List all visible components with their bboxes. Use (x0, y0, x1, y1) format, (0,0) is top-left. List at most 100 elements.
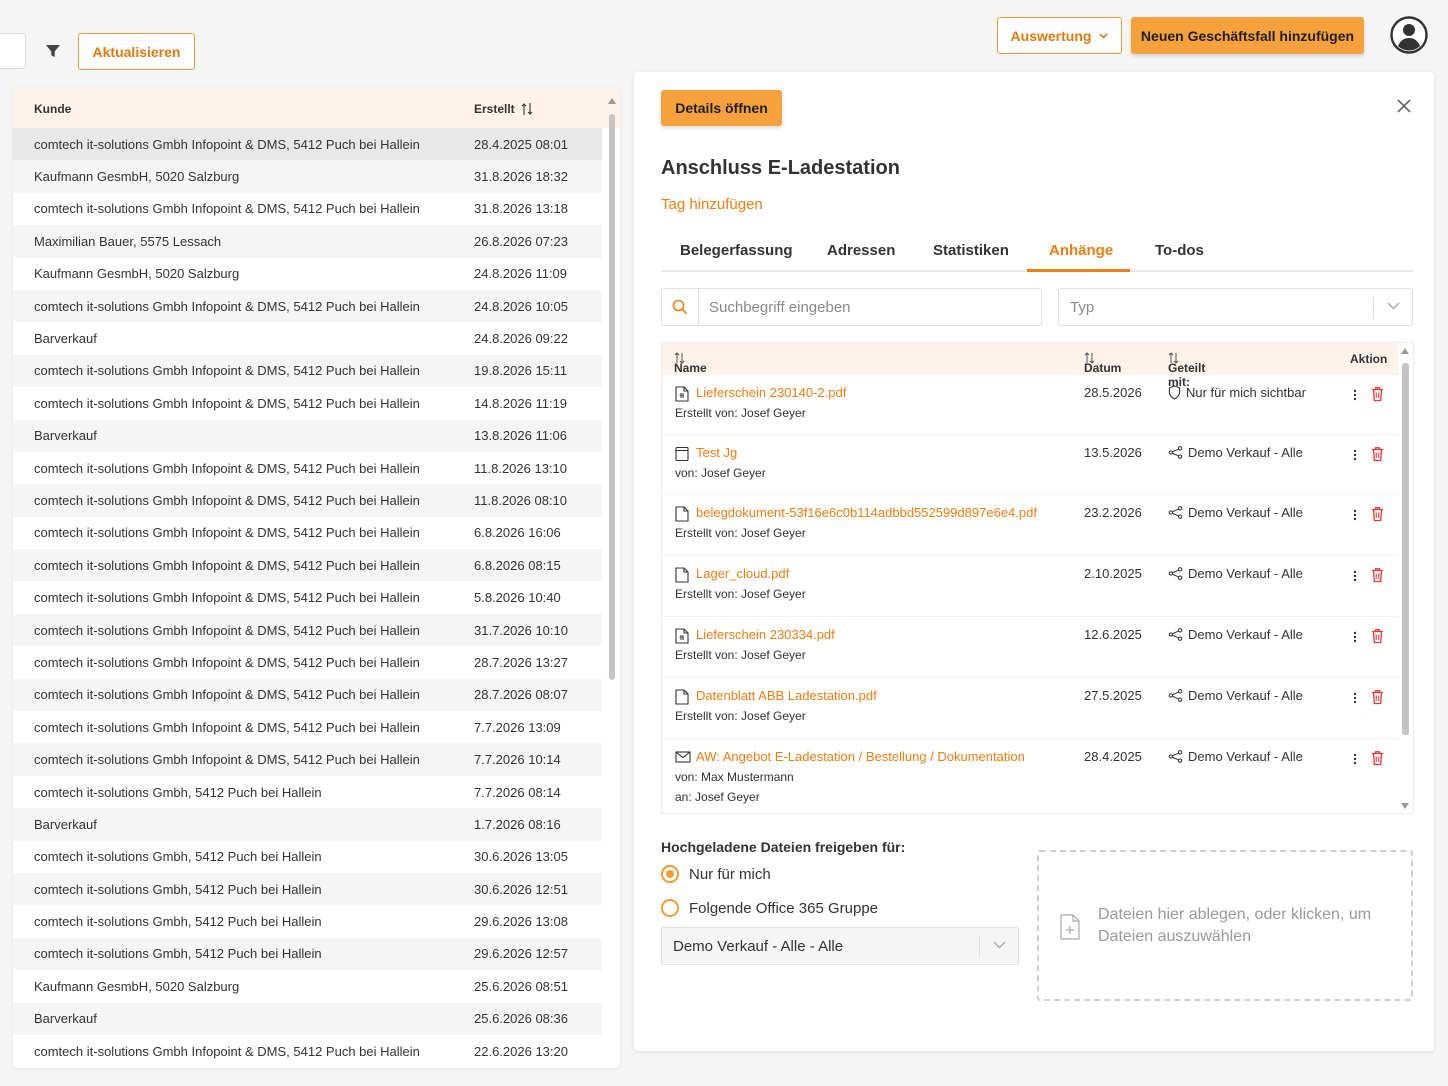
list-item[interactable]: comtech it-solutions Gmbh, 5412 Puch bei… (13, 872, 602, 906)
list-item[interactable]: comtech it-solutions Gmbh, 5412 Puch bei… (13, 905, 602, 937)
attachment-row[interactable]: Datenblatt ABB Ladestation.pdf Erstellt v… (662, 678, 1399, 739)
attachment-row[interactable]: belegdokument-53f16e6c0b114adbbd552599d8… (662, 495, 1399, 556)
attachment-name-link[interactable]: Test Jg (696, 445, 737, 460)
list-item[interactable]: comtech it-solutions Gmbh Infopoint & DM… (13, 581, 602, 613)
delete-icon[interactable] (1371, 628, 1384, 644)
attachment-name-link[interactable]: Lieferschein 230334.pdf (696, 627, 835, 642)
add-business-case-button[interactable]: Neuen Geschäftsfall hinzufügen (1131, 17, 1364, 54)
list-item[interactable]: comtech it-solutions Gmbh Infopoint & DM… (13, 387, 602, 419)
attachment-row[interactable]: AW: Angebot E-Ladestation / Bestellung /… (662, 739, 1399, 813)
list-item[interactable]: comtech it-solutions Gmbh Infopoint & DM… (13, 128, 602, 161)
search-input[interactable] (699, 289, 1019, 325)
search-input-stub[interactable] (0, 33, 26, 69)
column-header-date[interactable]: Datum (1084, 352, 1121, 375)
close-icon[interactable] (1396, 98, 1412, 114)
open-details-button[interactable]: Details öffnen (661, 90, 782, 126)
user-avatar-icon[interactable] (1390, 16, 1428, 54)
more-options-icon[interactable] (1352, 447, 1358, 463)
share-uploads-label: Hochgeladene Dateien freigeben für: (661, 839, 906, 855)
share-icon (1168, 506, 1183, 519)
tab-todos[interactable]: To-dos (1155, 242, 1204, 259)
more-options-icon[interactable] (1352, 629, 1358, 645)
delete-icon[interactable] (1371, 506, 1384, 522)
list-item-created: 1.7.2026 08:16 (474, 816, 561, 832)
attachment-date: 28.5.2026 (1084, 385, 1142, 400)
column-header-shared[interactable]: Geteilt mit: (1168, 352, 1205, 389)
tab-statistiken[interactable]: Statistiken (933, 242, 1009, 259)
radio-checked-icon[interactable] (661, 865, 679, 883)
evaluation-dropdown-button[interactable]: Auswertung (997, 17, 1122, 54)
list-item[interactable]: Kaufmann GesmbH, 5020 Salzburg 24.8.2026 … (13, 258, 602, 290)
filter-icon[interactable] (44, 42, 62, 60)
attachment-row[interactable]: Lieferschein 230140-2.pdf Erstellt von: J… (662, 375, 1399, 435)
column-header-created[interactable]: Erstellt (474, 102, 533, 116)
list-item[interactable]: Barverkauf 1.7.2026 08:16 (13, 808, 602, 841)
list-item[interactable]: comtech it-solutions Gmbh Infopoint & DM… (13, 452, 602, 484)
scrollbar-thumb[interactable] (609, 114, 615, 680)
more-options-icon[interactable] (1352, 568, 1358, 584)
delete-icon[interactable] (1371, 446, 1384, 462)
attachment-shared-with: Demo Verkauf - Alle (1168, 749, 1303, 764)
list-item[interactable]: comtech it-solutions Gmbh Infopoint & DM… (13, 646, 602, 678)
list-scrollbar[interactable] (608, 98, 616, 1058)
evaluation-label: Auswertung (1010, 27, 1092, 44)
list-item[interactable]: Barverkauf 13.8.2026 11:06 (13, 419, 602, 452)
list-item[interactable]: comtech it-solutions Gmbh Infopoint & DM… (13, 678, 602, 712)
attachment-row[interactable]: Test Jg von: Josef Geyer 13.5.2026 Demo Ver… (662, 435, 1399, 495)
scroll-up-icon[interactable] (1401, 348, 1409, 354)
delete-icon[interactable] (1371, 750, 1384, 766)
list-item[interactable]: comtech it-solutions Gmbh, 5412 Puch bei… (13, 937, 602, 971)
attachment-name-link[interactable]: AW: Angebot E-Ladestation / Bestellung /… (696, 749, 1025, 764)
file-dropzone[interactable]: Dateien hier ablegen, oder klicken, um D… (1037, 850, 1413, 1001)
radio-only-me[interactable]: Nur für mich (661, 865, 771, 883)
more-options-icon[interactable] (1352, 507, 1358, 523)
delete-icon[interactable] (1371, 567, 1384, 583)
delete-icon[interactable] (1371, 689, 1384, 705)
list-item[interactable]: Barverkauf 25.6.2026 08:36 (13, 1002, 602, 1035)
list-item[interactable]: comtech it-solutions Gmbh Infopoint & DM… (13, 289, 602, 323)
scroll-down-icon[interactable] (1401, 803, 1409, 809)
attachment-name-link[interactable]: Lager_cloud.pdf (696, 566, 789, 581)
tab-belegerfassung[interactable]: Belegerfassung (680, 242, 793, 259)
list-item[interactable]: comtech it-solutions Gmbh Infopoint & DM… (13, 613, 602, 647)
column-header-customer[interactable]: Kunde (34, 102, 71, 116)
list-item[interactable]: comtech it-solutions Gmbh, 5412 Puch bei… (13, 841, 602, 873)
attachment-name-link[interactable]: belegdokument-53f16e6c0b114adbbd552599d8… (696, 505, 1037, 520)
column-header-name[interactable]: Name (674, 352, 707, 375)
tab-anhaenge[interactable]: Anhänge (1049, 242, 1113, 259)
list-item[interactable]: comtech it-solutions Gmbh, 5412 Puch bei… (13, 776, 602, 808)
delete-icon[interactable] (1371, 386, 1384, 402)
attachment-name-link[interactable]: Datenblatt ABB Ladestation.pdf (696, 688, 877, 703)
attachment-name-link[interactable]: Lieferschein 230140-2.pdf (696, 385, 846, 400)
refresh-button[interactable]: Aktualisieren (78, 33, 195, 70)
list-item[interactable]: Kaufmann GesmbH, 5020 Salzburg 25.6.2026 … (13, 970, 602, 1002)
list-item[interactable]: Kaufmann GesmbH, 5020 Salzburg 31.8.2026 … (13, 160, 602, 193)
more-options-icon[interactable] (1352, 690, 1358, 706)
list-item[interactable]: comtech it-solutions Gmbh Infopoint & DM… (13, 1035, 602, 1067)
mail-icon (675, 750, 691, 766)
list-item[interactable]: Maximilian Bauer, 5575 Lessach 26.8.2026 … (13, 225, 602, 258)
radio-office-group[interactable]: Folgende Office 365 Gruppe (661, 899, 878, 917)
list-item[interactable]: comtech it-solutions Gmbh Infopoint & DM… (13, 517, 602, 549)
add-tag-link[interactable]: Tag hinzufügen (661, 196, 763, 213)
tab-adressen[interactable]: Adressen (827, 242, 895, 259)
shield-icon (1168, 385, 1181, 400)
scroll-up-icon[interactable] (608, 98, 616, 104)
attachment-row[interactable]: Lager_cloud.pdf Erstellt von: Josef Geyer… (662, 556, 1399, 617)
scrollbar-thumb[interactable] (1402, 363, 1409, 735)
list-item[interactable]: comtech it-solutions Gmbh Infopoint & DM… (13, 549, 602, 582)
list-item[interactable]: comtech it-solutions Gmbh Infopoint & DM… (13, 193, 602, 225)
more-options-icon[interactable] (1352, 387, 1358, 403)
attachments-scrollbar[interactable] (1398, 343, 1413, 813)
list-item[interactable]: comtech it-solutions Gmbh Infopoint & DM… (13, 711, 602, 743)
list-item[interactable]: comtech it-solutions Gmbh Infopoint & DM… (13, 354, 602, 388)
type-select[interactable]: Typ (1058, 288, 1413, 326)
list-item[interactable]: comtech it-solutions Gmbh Infopoint & DM… (13, 484, 602, 517)
more-options-icon[interactable] (1352, 751, 1358, 767)
list-item[interactable]: Barverkauf 24.8.2026 09:22 (13, 322, 602, 354)
group-select[interactable]: Demo Verkauf - Alle - Alle (661, 927, 1019, 965)
radio-unchecked-icon[interactable] (661, 899, 679, 917)
attachment-recipient: an: Josef Geyer (675, 790, 760, 804)
attachment-row[interactable]: Lieferschein 230334.pdf Erstellt von: Jos… (662, 617, 1399, 678)
list-item[interactable]: comtech it-solutions Gmbh Infopoint & DM… (13, 743, 602, 776)
